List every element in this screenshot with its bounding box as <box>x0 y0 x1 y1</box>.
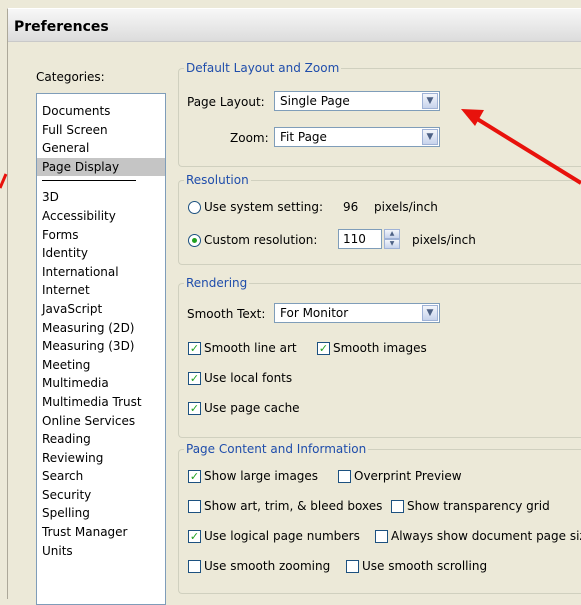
annotation-arrows <box>0 109 581 189</box>
annotation-arrow-line <box>472 115 581 185</box>
annotation-arrowhead <box>461 109 484 126</box>
annotation-arrow-left <box>0 173 8 189</box>
